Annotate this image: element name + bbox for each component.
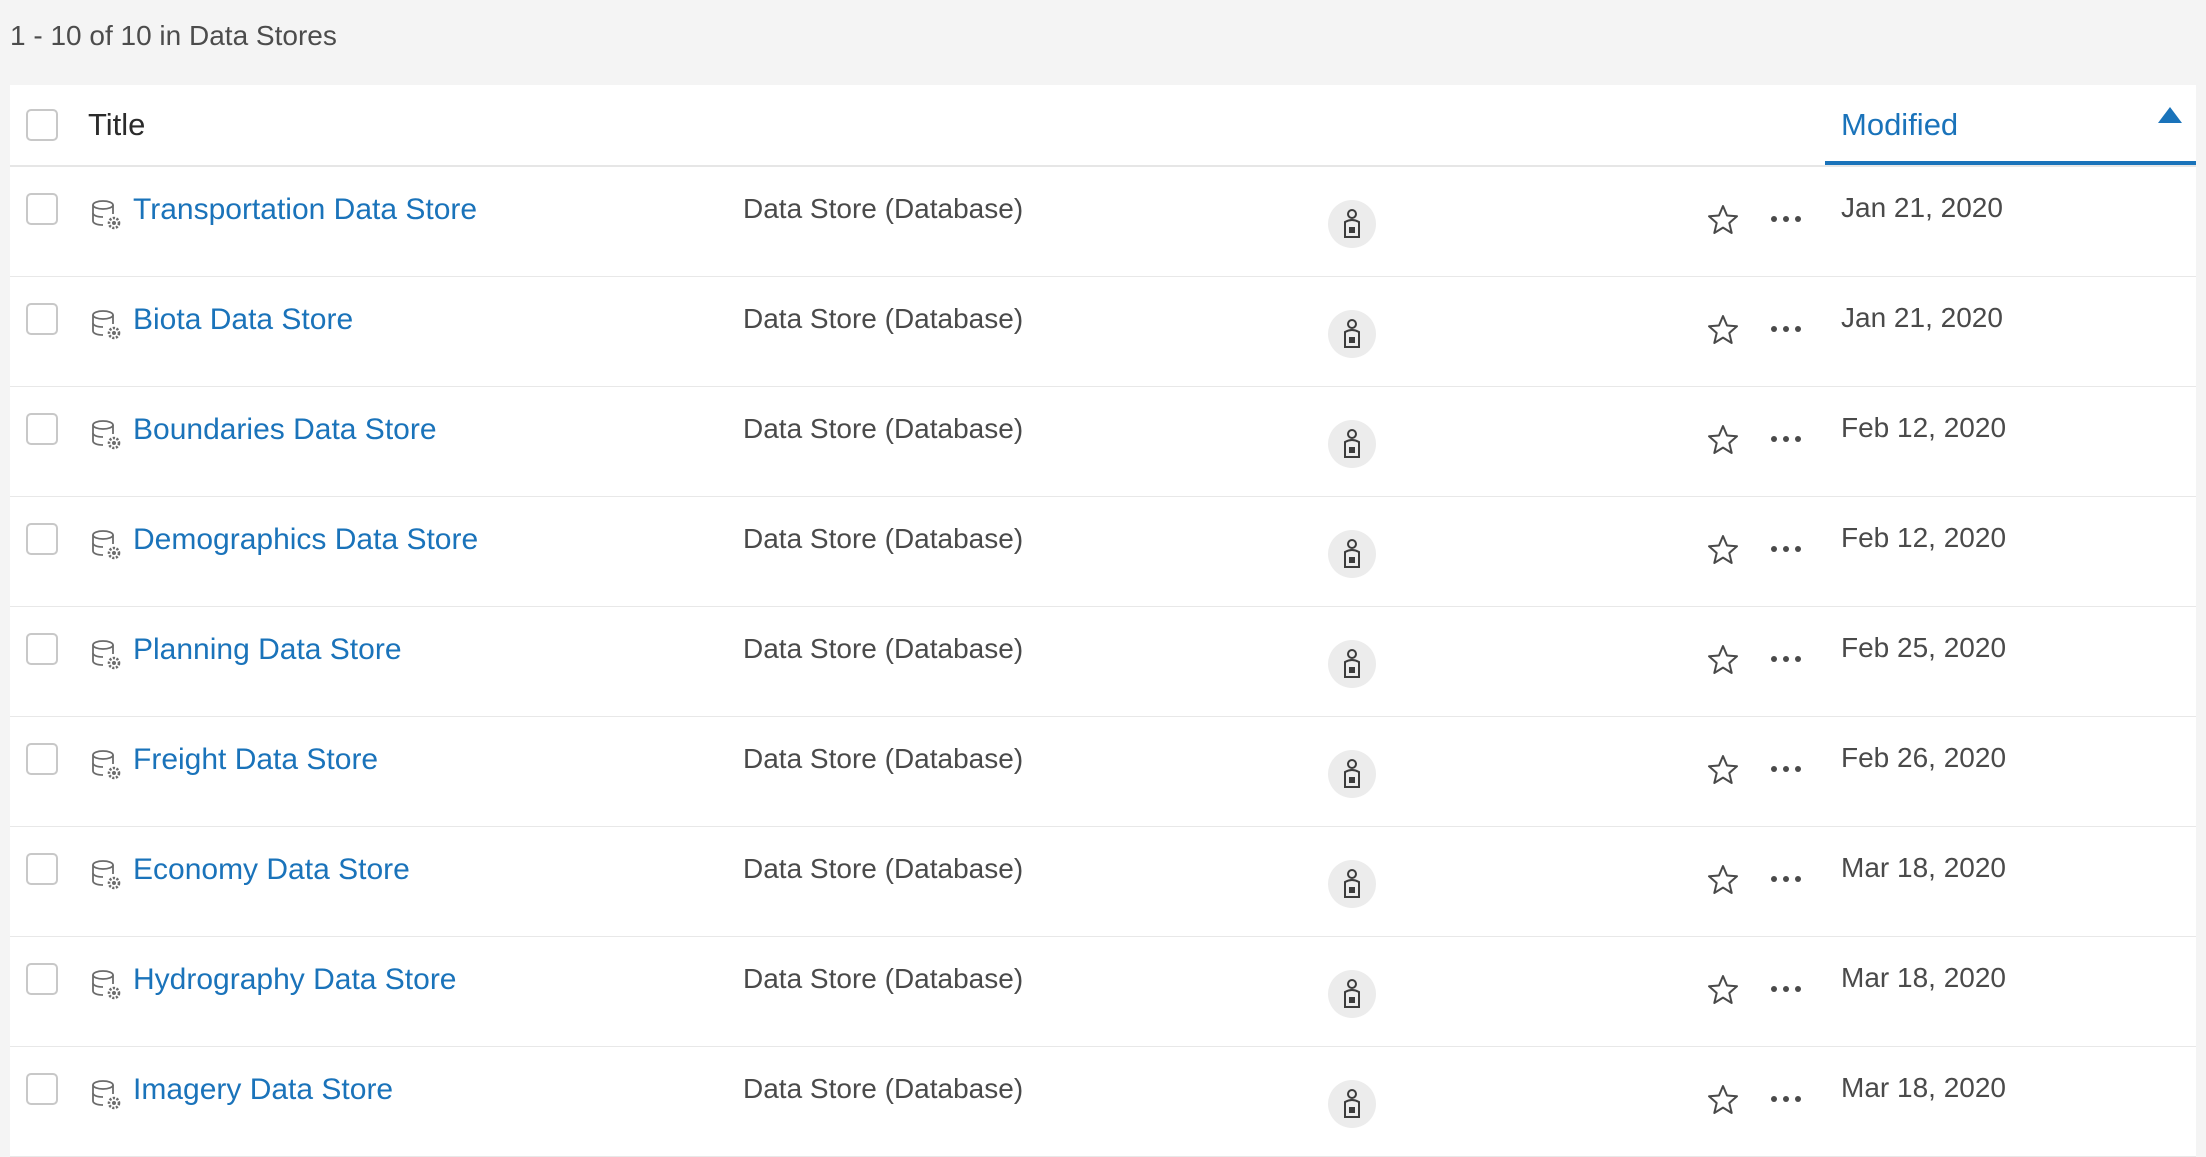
database-icon — [92, 530, 121, 560]
database-icon — [92, 750, 121, 780]
owner-lock-icon[interactable] — [1328, 970, 1376, 1018]
favorite-star-icon[interactable] — [1706, 533, 1740, 567]
item-type: Data Store (Database) — [743, 1073, 1024, 1104]
more-options-icon[interactable] — [1768, 429, 1804, 449]
item-type: Data Store (Database) — [743, 303, 1024, 334]
row-checkbox[interactable] — [26, 633, 58, 665]
row-checkbox[interactable] — [26, 1073, 58, 1105]
database-icon — [92, 200, 121, 230]
owner-lock-icon[interactable] — [1328, 860, 1376, 908]
table-row: Hydrography Data Store Data Store (Datab… — [10, 937, 2196, 1047]
row-checkbox[interactable] — [26, 963, 58, 995]
modified-date: Feb 12, 2020 — [1841, 522, 2007, 553]
item-title-link[interactable]: Freight Data Store — [133, 743, 378, 777]
item-type: Data Store (Database) — [743, 853, 1024, 884]
item-type: Data Store (Database) — [743, 193, 1024, 224]
favorite-star-icon[interactable] — [1706, 643, 1740, 677]
item-title-link[interactable]: Demographics Data Store — [133, 523, 478, 557]
favorite-star-icon[interactable] — [1706, 203, 1740, 237]
more-options-icon[interactable] — [1768, 869, 1804, 889]
favorite-star-icon[interactable] — [1706, 313, 1740, 347]
title-column-header[interactable]: Title — [88, 107, 145, 143]
more-options-icon[interactable] — [1768, 649, 1804, 669]
table-row: Transportation Data Store Data Store (Da… — [10, 167, 2196, 277]
table-body: Transportation Data Store Data Store (Da… — [10, 167, 2196, 1157]
row-checkbox[interactable] — [26, 413, 58, 445]
modified-date: Mar 18, 2020 — [1841, 852, 2006, 883]
favorite-star-icon[interactable] — [1706, 753, 1740, 787]
owner-lock-icon[interactable] — [1328, 750, 1376, 798]
modified-date: Feb 12, 2020 — [1841, 412, 2007, 443]
sort-ascending-icon[interactable] — [2158, 107, 2182, 123]
owner-lock-icon[interactable] — [1328, 200, 1376, 248]
modified-column-header[interactable]: Modified — [1825, 85, 2196, 165]
owner-lock-icon[interactable] — [1328, 420, 1376, 468]
modified-date: Jan 21, 2020 — [1841, 302, 2003, 333]
modified-date: Feb 26, 2020 — [1841, 742, 2007, 773]
row-checkbox[interactable] — [26, 743, 58, 775]
item-type: Data Store (Database) — [743, 633, 1024, 664]
owner-lock-icon[interactable] — [1328, 640, 1376, 688]
item-title-link[interactable]: Transportation Data Store — [133, 193, 477, 227]
select-all-checkbox[interactable] — [26, 109, 58, 141]
owner-lock-icon[interactable] — [1328, 530, 1376, 578]
more-options-icon[interactable] — [1768, 1089, 1804, 1109]
database-icon — [92, 1080, 121, 1110]
table-row: Boundaries Data Store Data Store (Databa… — [10, 387, 2196, 497]
favorite-star-icon[interactable] — [1706, 1083, 1740, 1117]
item-type: Data Store (Database) — [743, 413, 1024, 444]
item-title-link[interactable]: Hydrography Data Store — [133, 963, 457, 997]
item-title-link[interactable]: Imagery Data Store — [133, 1073, 393, 1107]
item-title-link[interactable]: Biota Data Store — [133, 303, 353, 337]
items-table: Title Modified Transportation Data Store… — [10, 85, 2196, 1157]
favorite-star-icon[interactable] — [1706, 423, 1740, 457]
table-row: Economy Data Store Data Store (Database)… — [10, 827, 2196, 937]
favorite-star-icon[interactable] — [1706, 973, 1740, 1007]
item-title-link[interactable]: Planning Data Store — [133, 633, 402, 667]
owner-lock-icon[interactable] — [1328, 1080, 1376, 1128]
database-icon — [92, 640, 121, 670]
modified-date: Feb 25, 2020 — [1841, 632, 2007, 663]
more-options-icon[interactable] — [1768, 539, 1804, 559]
item-type: Data Store (Database) — [743, 963, 1024, 994]
table-row: Biota Data Store Data Store (Database) J… — [10, 277, 2196, 387]
table-row: Imagery Data Store Data Store (Database)… — [10, 1047, 2196, 1157]
database-icon — [92, 420, 121, 450]
more-options-icon[interactable] — [1768, 319, 1804, 339]
database-icon — [92, 970, 121, 1000]
item-title-link[interactable]: Boundaries Data Store — [133, 413, 437, 447]
modified-date: Jan 21, 2020 — [1841, 192, 2003, 223]
table-header: Title Modified — [10, 85, 2196, 167]
database-icon — [92, 860, 121, 890]
table-row: Freight Data Store Data Store (Database)… — [10, 717, 2196, 827]
favorite-star-icon[interactable] — [1706, 863, 1740, 897]
more-options-icon[interactable] — [1768, 979, 1804, 999]
table-row: Planning Data Store Data Store (Database… — [10, 607, 2196, 717]
modified-date: Mar 18, 2020 — [1841, 962, 2006, 993]
owner-lock-icon[interactable] — [1328, 310, 1376, 358]
modified-date: Mar 18, 2020 — [1841, 1072, 2006, 1103]
item-type: Data Store (Database) — [743, 743, 1024, 774]
row-checkbox[interactable] — [26, 193, 58, 225]
row-checkbox[interactable] — [26, 853, 58, 885]
item-title-link[interactable]: Economy Data Store — [133, 853, 410, 887]
more-options-icon[interactable] — [1768, 759, 1804, 779]
table-row: Demographics Data Store Data Store (Data… — [10, 497, 2196, 607]
row-checkbox[interactable] — [26, 523, 58, 555]
database-icon — [92, 310, 121, 340]
more-options-icon[interactable] — [1768, 209, 1804, 229]
item-type: Data Store (Database) — [743, 523, 1024, 554]
results-summary: 1 - 10 of 10 in Data Stores — [10, 20, 337, 51]
row-checkbox[interactable] — [26, 303, 58, 335]
modified-column-label: Modified — [1841, 107, 1959, 142]
